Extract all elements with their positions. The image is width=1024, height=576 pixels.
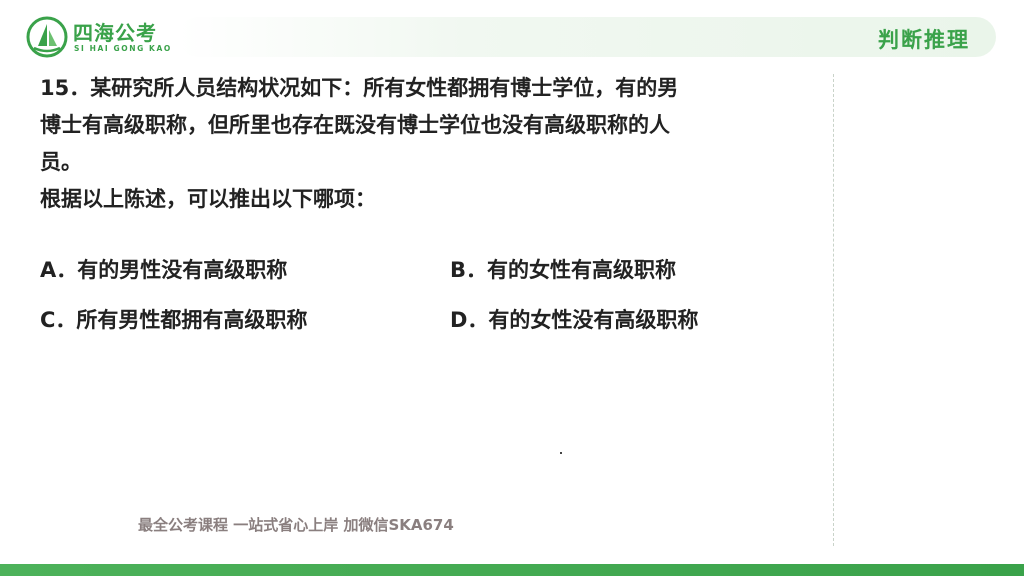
option-b[interactable]: B．有的女性有高级职称 — [450, 254, 676, 284]
vertical-divider — [833, 74, 834, 546]
section-tag: 判断推理 — [878, 28, 970, 52]
question-prompt: 根据以上陈述，可以推出以下哪项： — [40, 187, 376, 211]
question-line: 博士有高级职称，但所里也存在既没有博士学位也没有高级职称的人 — [40, 113, 670, 137]
watermark-text: 最全公考课程 一站式省心上岸 加微信SKA674 — [138, 516, 454, 534]
option-d[interactable]: D．有的女性没有高级职称 — [450, 304, 698, 334]
brand-logo: 四海公考 SI HAI GONG KAO — [26, 14, 186, 60]
question-line: 15．某研究所人员结构状况如下：所有女性都拥有博士学位，有的男 — [40, 76, 679, 100]
sail-logo-icon — [26, 16, 68, 58]
question-text: 15．某研究所人员结构状况如下：所有女性都拥有博士学位，有的男 博士有高级职称，… — [40, 70, 830, 218]
bottom-bar — [0, 564, 1024, 576]
question-line: 员。 — [40, 150, 82, 174]
option-c[interactable]: C．所有男性都拥有高级职称 — [40, 304, 307, 334]
header-bar — [178, 17, 996, 57]
cursor-dot — [560, 452, 562, 454]
brand-name: 四海公考 — [73, 21, 157, 45]
option-a[interactable]: A．有的男性没有高级职称 — [40, 254, 287, 284]
brand-subtitle: SI HAI GONG KAO — [74, 44, 172, 53]
